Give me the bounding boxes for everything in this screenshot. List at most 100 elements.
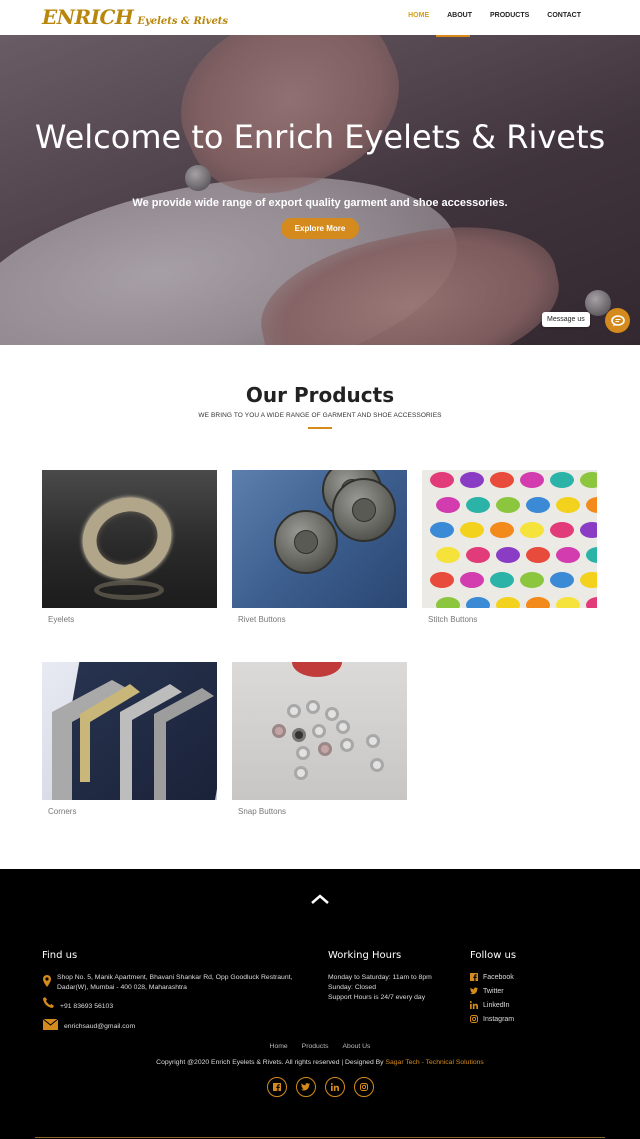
product-card-eyelets[interactable]: Eyelets <box>42 470 217 624</box>
stitch-button-shape <box>550 522 574 538</box>
product-label: Stitch Buttons <box>428 615 478 624</box>
twitter-icon <box>470 987 478 995</box>
logo-tagline: Eyelets & Rivets <box>137 16 229 27</box>
chat-bubble-icon <box>610 314 625 326</box>
stitch-button-shape <box>580 572 597 588</box>
products-heading: Our Products <box>245 383 395 407</box>
stitch-button-shape <box>586 497 597 513</box>
site-footer: Find us Shop No. 5, Manik Apartment, Bha… <box>0 869 640 1139</box>
stitch-button-shape <box>520 572 544 588</box>
rivet-shape <box>332 478 396 542</box>
email-address[interactable]: enrichsaud@gmail.com <box>64 1022 135 1032</box>
products-subheading: WE BRING TO YOU A WIDE RANGE OF GARMENT … <box>198 412 442 419</box>
facebook-link[interactable]: Facebook <box>470 973 514 981</box>
facebook-icon <box>470 973 478 981</box>
linkedin-link[interactable]: LinkedIn <box>470 1001 509 1009</box>
eyelet-reflection-shape <box>94 580 164 600</box>
nav-home[interactable]: HOME <box>399 12 438 19</box>
follow-us-title: Follow us <box>470 950 517 961</box>
main-nav: HOME ABOUT PRODUCTS CONTACT <box>399 12 590 19</box>
product-card-snap-buttons[interactable]: Snap Buttons <box>232 662 407 816</box>
footer-link-home[interactable]: Home <box>270 1043 288 1050</box>
stitch-button-shape <box>460 572 484 588</box>
footer-divider <box>35 1137 605 1138</box>
site-header: ENRICH Eyelets & Rivets HOME ABOUT PRODU… <box>0 0 640 35</box>
stitch-button-shape <box>490 472 514 488</box>
facebook-icon <box>272 1083 281 1091</box>
twitter-link[interactable]: Twitter <box>470 987 504 995</box>
twitter-label: Twitter <box>483 987 504 995</box>
stitch-button-shape <box>580 522 597 538</box>
facebook-label: Facebook <box>483 973 514 981</box>
copyright-notice: Copyright @2020 Enrich Eyelets & Rivets.… <box>0 1059 640 1066</box>
facebook-social-button[interactable] <box>266 1077 287 1097</box>
stitch-button-shape <box>436 497 460 513</box>
product-card-corners[interactable]: Corners <box>42 662 217 816</box>
stitch-button-shape <box>466 597 490 608</box>
footer-links: Home Products About Us <box>0 1043 640 1050</box>
corners-image <box>42 662 217 800</box>
linkedin-social-button[interactable] <box>324 1077 345 1097</box>
stitch-button-shape <box>430 522 454 538</box>
instagram-icon <box>359 1083 368 1091</box>
designer-link[interactable]: Sagar Tech - Technical Solutions <box>385 1059 483 1066</box>
snap-shape <box>336 720 350 734</box>
stitch-button-shape <box>520 522 544 538</box>
linkedin-icon <box>470 1001 478 1009</box>
envelope-icon <box>43 1019 58 1030</box>
eyelet-image <box>42 470 217 608</box>
footer-link-products[interactable]: Products <box>302 1043 329 1050</box>
hours-line-1: Monday to Saturday: 11am to 8pm <box>328 974 432 981</box>
product-card-rivet-buttons[interactable]: Rivet Buttons <box>232 470 407 624</box>
snap-shape <box>272 724 286 738</box>
instagram-link[interactable]: Instagram <box>470 1015 514 1023</box>
hours-line-2: Sunday: Closed <box>328 984 376 991</box>
nav-contact[interactable]: CONTACT <box>538 12 590 19</box>
stitch-button-shape <box>556 547 580 563</box>
hero-title: Welcome to Enrich Eyelets & Rivets <box>34 118 606 156</box>
chat-button[interactable] <box>605 308 630 333</box>
stitch-button-shape <box>436 547 460 563</box>
find-us-title: Find us <box>42 950 78 961</box>
twitter-icon <box>301 1083 310 1091</box>
explore-more-button[interactable]: Explore More <box>281 218 359 239</box>
footer-link-about-us[interactable]: About Us <box>343 1043 371 1050</box>
stitch-button-shape <box>496 497 520 513</box>
stitch-button-shape <box>586 547 597 563</box>
nav-products[interactable]: PRODUCTS <box>481 12 538 19</box>
instagram-icon <box>470 1015 478 1023</box>
address-line-1: Shop No. 5, Manik Apartment, Bhavani Sha… <box>57 974 293 981</box>
product-card-stitch-buttons[interactable]: Stitch Buttons <box>422 470 597 624</box>
message-us-label[interactable]: Message us <box>542 312 590 327</box>
product-label: Corners <box>48 807 77 816</box>
chevron-up-icon[interactable] <box>310 893 330 905</box>
product-label: Snap Buttons <box>238 807 287 816</box>
nav-active-indicator <box>436 35 470 37</box>
stitch-button-shape <box>460 472 484 488</box>
stitch-button-shape <box>466 547 490 563</box>
stitch-button-shape <box>556 597 580 608</box>
copyright-text: Copyright @2020 Enrich Eyelets & Rivets.… <box>156 1059 384 1066</box>
logo[interactable]: ENRICH Eyelets & Rivets <box>42 5 228 29</box>
stitch-button-shape <box>526 497 550 513</box>
phone-number[interactable]: +91 83693 56103 <box>60 1002 113 1012</box>
stitch-button-shape <box>526 547 550 563</box>
hero-banner: Welcome to Enrich Eyelets & Rivets We pr… <box>0 35 640 345</box>
snap-shape <box>294 766 308 780</box>
snap-shape <box>312 724 326 738</box>
rivet-buttons-image <box>232 470 407 608</box>
snap-shape <box>296 746 310 760</box>
nav-about[interactable]: ABOUT <box>438 12 481 19</box>
stitch-button-shape <box>580 472 597 488</box>
stitch-button-shape <box>430 572 454 588</box>
twitter-social-button[interactable] <box>295 1077 316 1097</box>
stitch-button-shape <box>520 472 544 488</box>
metal-corners-shape <box>52 680 214 800</box>
instagram-social-button[interactable] <box>353 1077 374 1097</box>
product-label: Rivet Buttons <box>238 615 286 624</box>
stitch-button-shape <box>586 597 597 608</box>
snap-shape <box>287 704 301 718</box>
logo-wordmark: ENRICH <box>42 5 134 29</box>
stitch-button-shape <box>556 497 580 513</box>
working-hours-title: Working Hours <box>328 950 402 961</box>
